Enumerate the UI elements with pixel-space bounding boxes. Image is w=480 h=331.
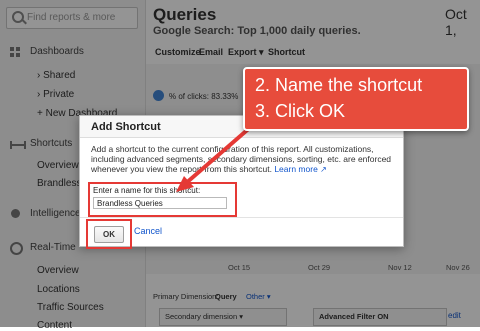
instruction-callout: 2. Name the shortcut 3. Click OK: [243, 67, 469, 131]
callout-arrow: [176, 110, 270, 192]
callout-line-1: 2. Name the shortcut: [255, 75, 423, 95]
callout-line-2: 3. Click OK: [255, 101, 346, 121]
